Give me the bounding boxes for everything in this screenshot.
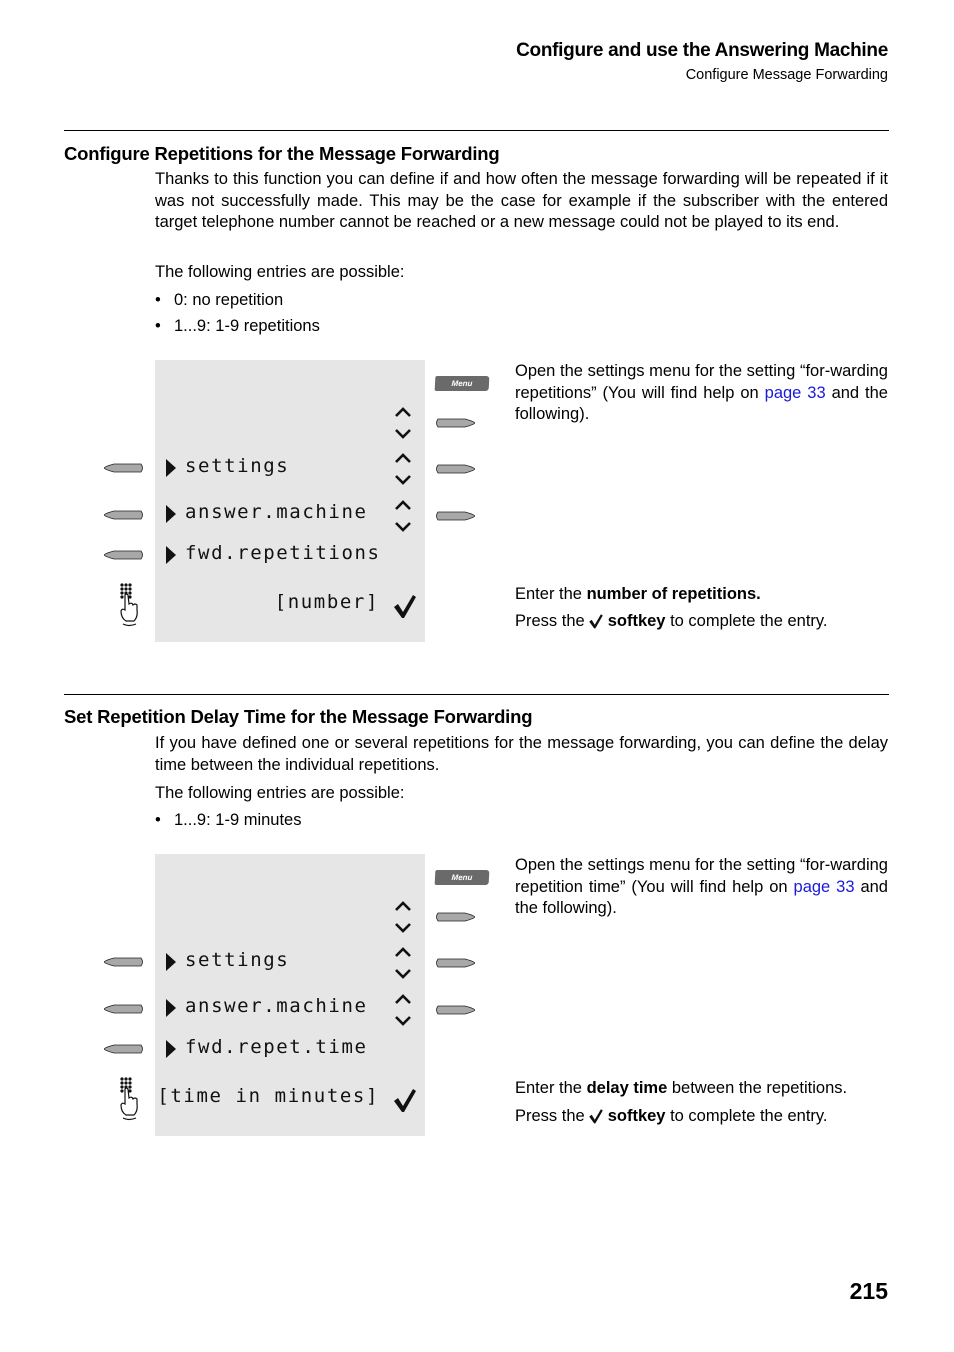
bullet-text: 1...9: 1-9 repetitions <box>174 317 320 335</box>
menu-pointer-icon <box>166 953 176 971</box>
checkmark-icon <box>588 1109 603 1124</box>
bullet-item: • 1...9: 1-9 repetitions <box>155 317 320 336</box>
step-confirm: Press the softkey to complete the entry. <box>515 611 888 633</box>
menu-key[interactable]: Menu <box>434 376 490 391</box>
softkey-left[interactable] <box>104 1004 144 1014</box>
entries-label: The following entries are possible: <box>155 784 405 802</box>
step-bold-text: number of repetitions. <box>586 585 761 603</box>
lcd-menu-line: fwd.repet.time <box>185 1036 368 1058</box>
step-bold-text: delay time <box>586 1079 668 1097</box>
keypad-hand-icon <box>120 583 138 627</box>
section-title: Configure Repetitions for the Message Fo… <box>64 143 500 164</box>
lcd-menu-line: answer.machine <box>185 995 368 1017</box>
step-bold-text: softkey <box>607 612 666 630</box>
softkey-right[interactable] <box>435 1005 475 1015</box>
lcd-menu-line: fwd.repetitions <box>185 542 381 564</box>
softkey-right[interactable] <box>435 511 475 521</box>
menu-pointer-icon <box>166 546 176 564</box>
step-bold-text: softkey <box>607 1107 666 1125</box>
bullet-item: • 0: no repetition <box>155 291 283 310</box>
checkmark-icon <box>588 614 603 629</box>
up-down-arrows-icon <box>395 453 411 485</box>
lcd-input-placeholder[interactable]: [number] <box>275 591 379 613</box>
softkey-right[interactable] <box>435 418 475 428</box>
bullet-dot: • <box>155 291 161 309</box>
chapter-subtitle: Configure Message Forwarding <box>685 67 888 83</box>
step-enter-value: Enter the delay time between the repetit… <box>515 1078 888 1100</box>
step-open-menu: Open the settings menu for the setting “… <box>515 361 888 426</box>
softkey-left[interactable] <box>104 550 144 560</box>
step-text: to complete the entry. <box>670 612 828 630</box>
step-enter-value: Enter the number of repetitions. <box>515 584 888 606</box>
step-text: between the repetitions. <box>671 1079 848 1097</box>
checkmark-icon[interactable] <box>393 593 417 619</box>
menu-pointer-icon <box>166 999 176 1017</box>
lcd-menu-line: answer.machine <box>185 501 368 523</box>
step-text: Press the <box>515 1107 585 1125</box>
bullet-text: 0: no repetition <box>174 291 284 309</box>
softkey-left[interactable] <box>104 1044 144 1054</box>
section-title: Set Repetition Delay Time for the Messag… <box>64 706 533 727</box>
step-text: to complete the entry. <box>670 1107 828 1125</box>
step-text: Enter the <box>515 585 582 603</box>
section-divider <box>64 130 889 131</box>
step-text: Enter the <box>515 1079 582 1097</box>
section-intro: Thanks to this function you can define i… <box>155 170 888 232</box>
up-down-arrows-icon <box>395 947 411 979</box>
entries-label: The following entries are possible: <box>155 263 405 281</box>
lcd-menu-line: settings <box>185 949 290 971</box>
bullet-text: 1...9: 1-9 minutes <box>174 811 302 829</box>
step-open-menu: Open the settings menu for the setting “… <box>515 855 888 920</box>
lcd-menu-line: settings <box>185 455 290 477</box>
chapter-title: Configure and use the Answering Machine <box>516 40 888 61</box>
checkmark-icon[interactable] <box>393 1087 417 1113</box>
step-confirm: Press the softkey to complete the entry. <box>515 1106 888 1128</box>
softkey-left[interactable] <box>104 510 144 520</box>
up-down-arrows-icon <box>395 994 411 1026</box>
menu-pointer-icon <box>166 1040 176 1058</box>
softkey-right[interactable] <box>435 464 475 474</box>
softkey-left[interactable] <box>104 463 144 473</box>
menu-pointer-icon <box>166 459 176 477</box>
menu-key[interactable]: Menu <box>434 870 490 885</box>
section-divider <box>64 694 889 695</box>
bullet-dot: • <box>155 811 161 829</box>
up-down-arrows-icon <box>395 901 411 933</box>
keypad-hand-icon <box>120 1077 138 1121</box>
section-intro: If you have defined one or several repet… <box>155 734 888 774</box>
up-down-arrows-icon <box>395 500 411 532</box>
step-text: Press the <box>515 612 585 630</box>
bullet-dot: • <box>155 317 161 335</box>
page-number: 215 <box>849 1278 888 1304</box>
lcd-input-placeholder[interactable]: [time in minutes] <box>157 1085 379 1107</box>
page-link[interactable]: page 33 <box>794 878 855 896</box>
menu-pointer-icon <box>166 505 176 523</box>
softkey-right[interactable] <box>435 912 475 922</box>
softkey-left[interactable] <box>104 957 144 967</box>
softkey-right[interactable] <box>435 958 475 968</box>
page-link[interactable]: page 33 <box>765 384 826 402</box>
up-down-arrows-icon <box>395 407 411 439</box>
bullet-item: • 1...9: 1-9 minutes <box>155 811 301 830</box>
